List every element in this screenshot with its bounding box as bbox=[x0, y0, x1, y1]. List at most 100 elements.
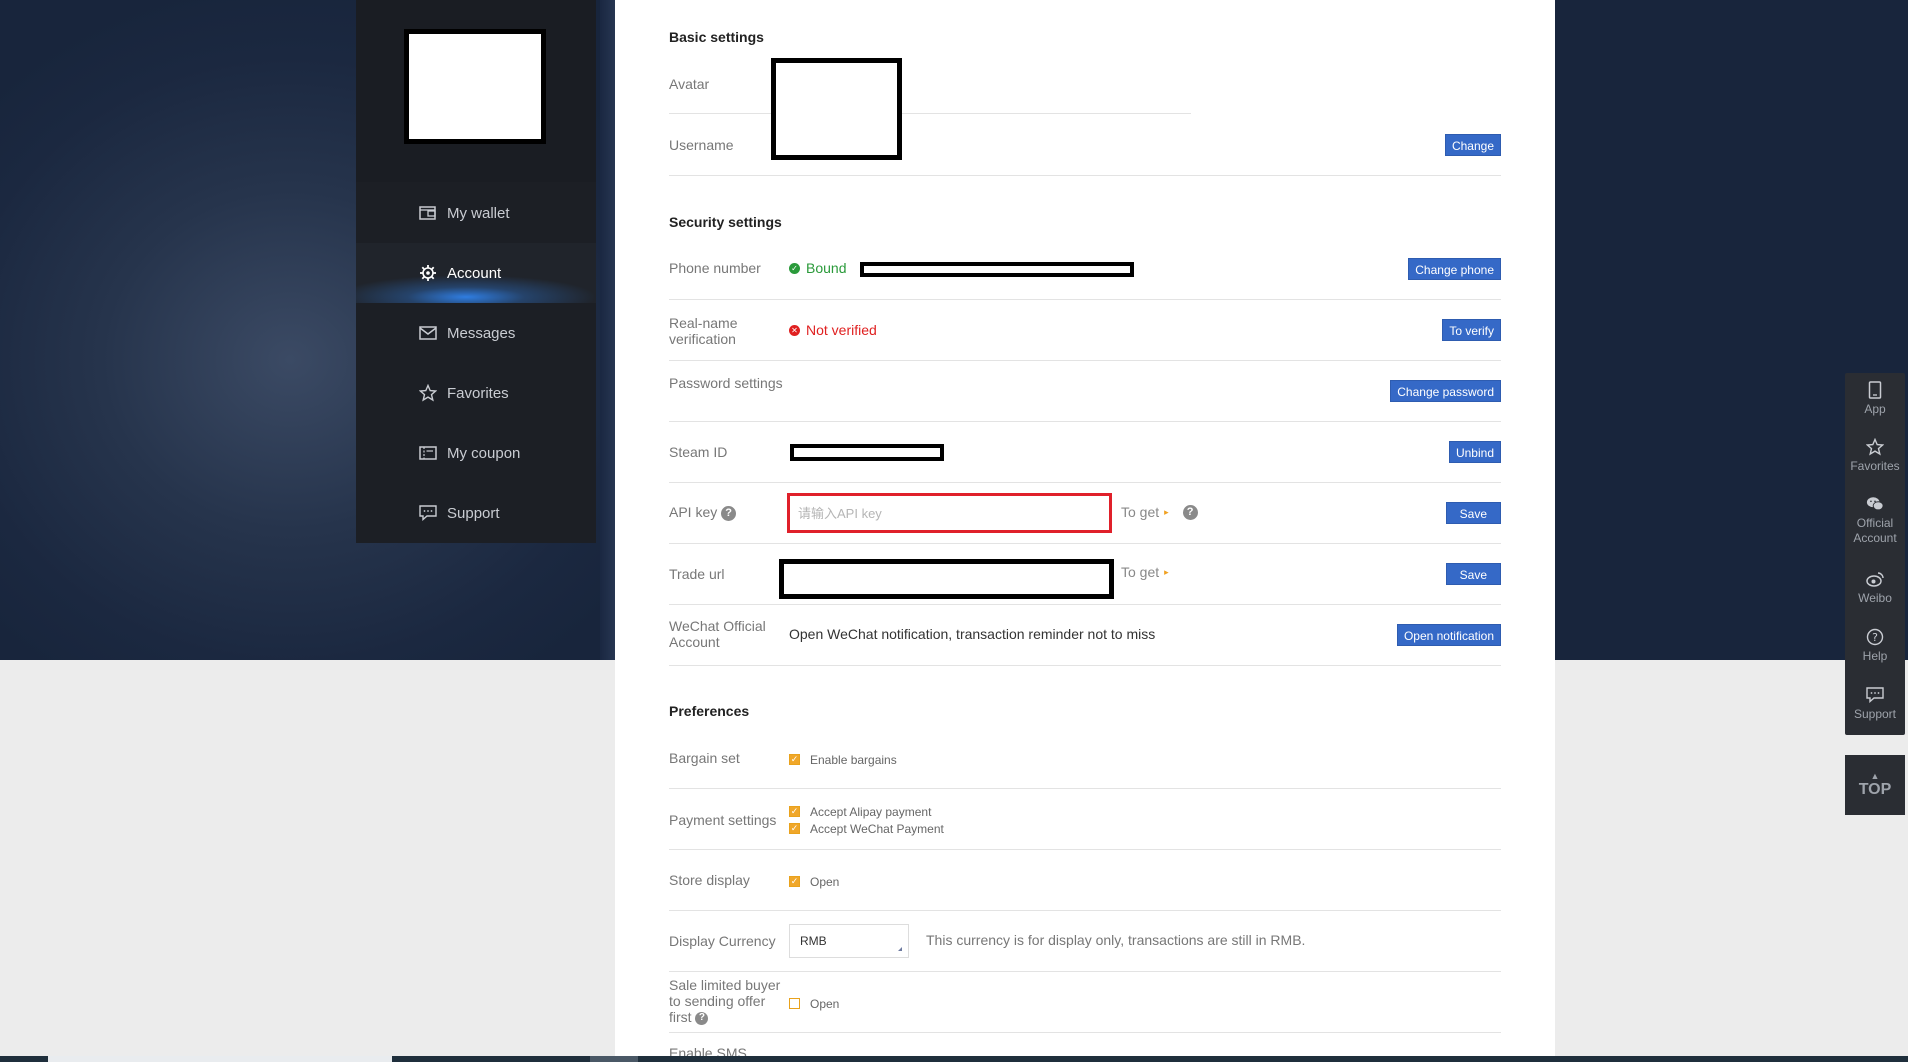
bottom-scrollbar bbox=[0, 1056, 1908, 1062]
verify-button[interactable]: To verify bbox=[1442, 319, 1501, 341]
phone-icon bbox=[1866, 381, 1884, 399]
avatar[interactable] bbox=[404, 29, 546, 144]
checkbox-checked-icon: ✓ bbox=[789, 876, 800, 887]
float-item-weibo[interactable]: Weibo bbox=[1845, 570, 1905, 606]
security-settings-title: Security settings bbox=[669, 214, 782, 230]
password-row: Password settings Change password bbox=[669, 361, 1501, 422]
trade-url-input[interactable] bbox=[779, 559, 1114, 599]
realname-row: Real-name verification ✕ Not verified To… bbox=[669, 300, 1501, 361]
store-display-label: Store display bbox=[669, 872, 750, 888]
preferences-title: Preferences bbox=[669, 703, 750, 719]
sidebar-item-account[interactable]: Account bbox=[356, 243, 596, 303]
wechat-label: WeChat Official Account bbox=[669, 618, 766, 650]
trade-url-label: Trade url bbox=[669, 566, 725, 582]
sidebar-item-label: Favorites bbox=[447, 384, 509, 402]
chat-icon bbox=[419, 504, 437, 522]
svg-text:?: ? bbox=[1872, 631, 1878, 644]
wechat-description: Open WeChat notification, transaction re… bbox=[789, 626, 1156, 642]
bargain-row: Bargain set ✓ Enable bargains bbox=[669, 728, 1501, 789]
open-notification-button[interactable]: Open notification bbox=[1396, 624, 1501, 646]
realname-status: ✕ Not verified bbox=[789, 322, 877, 338]
change-username-button[interactable]: Change bbox=[1444, 134, 1501, 156]
float-item-help[interactable]: ? Help bbox=[1845, 628, 1905, 664]
api-key-label: API key ? bbox=[669, 504, 784, 521]
avatar-label: Avatar bbox=[669, 76, 710, 92]
currency-label: Display Currency bbox=[669, 933, 776, 949]
checkbox-checked-icon: ✓ bbox=[789, 823, 800, 834]
float-item-app[interactable]: App bbox=[1845, 381, 1905, 417]
help-icon[interactable]: ? bbox=[695, 1011, 709, 1025]
change-password-button[interactable]: Change password bbox=[1390, 380, 1501, 402]
chat-icon bbox=[1866, 686, 1884, 704]
coupon-icon bbox=[419, 444, 437, 462]
float-item-support[interactable]: Support bbox=[1845, 686, 1905, 722]
currency-select[interactable]: RMB bbox=[789, 924, 909, 958]
sidebar-item-label: Messages bbox=[447, 324, 516, 342]
sidebar-item-favorites[interactable]: Favorites bbox=[356, 363, 596, 423]
enable-bargains-checkbox[interactable]: ✓ Enable bargains bbox=[789, 751, 897, 768]
help-icon[interactable]: ? bbox=[1182, 504, 1198, 520]
steam-row: Steam ID Unbind bbox=[669, 422, 1501, 483]
back-to-top-button[interactable]: ▲ TOP bbox=[1845, 755, 1905, 815]
sidebar-item-support[interactable]: Support bbox=[356, 483, 596, 543]
checkbox-checked-icon: ✓ bbox=[789, 754, 800, 765]
bargain-label: Bargain set bbox=[669, 750, 740, 766]
phone-status: ✓ Bound bbox=[789, 260, 846, 276]
alipay-checkbox[interactable]: ✓ Accept Alipay payment bbox=[789, 803, 931, 820]
unbind-button[interactable]: Unbind bbox=[1448, 441, 1501, 463]
gear-icon bbox=[419, 264, 437, 282]
password-label: Password settings bbox=[669, 375, 783, 391]
store-display-checkbox[interactable]: ✓ Open bbox=[789, 873, 839, 890]
currency-row: Display Currency RMB This currency is fo… bbox=[669, 911, 1501, 972]
sale-limited-checkbox[interactable]: Open bbox=[789, 995, 839, 1012]
sale-limited-label: Sale limited buyer to sending offer firs… bbox=[669, 977, 781, 1025]
phone-number-value bbox=[860, 262, 1134, 277]
trade-url-save-button[interactable]: Save bbox=[1445, 563, 1501, 585]
envelope-icon bbox=[419, 324, 437, 342]
float-item-official-account[interactable]: Official Account bbox=[1845, 495, 1905, 546]
help-icon: ? bbox=[1866, 628, 1884, 646]
api-key-save-button[interactable]: Save bbox=[1445, 502, 1501, 524]
api-key-row: API key ? To get ▸ ? Save bbox=[669, 483, 1501, 544]
username-label: Username bbox=[669, 137, 734, 153]
steam-label: Steam ID bbox=[669, 444, 728, 460]
sidebar-item-label: Account bbox=[447, 264, 502, 282]
settings-card: Basic settings Avatar Username Change Se… bbox=[615, 0, 1555, 1062]
currency-note: This currency is for display only, trans… bbox=[926, 932, 1306, 948]
float-item-favorites[interactable]: Favorites bbox=[1845, 438, 1905, 474]
phone-label: Phone number bbox=[669, 260, 761, 276]
wechat-icon bbox=[1866, 495, 1884, 513]
scrollbar-track-segment bbox=[48, 1056, 392, 1062]
realname-label: Real-name verification bbox=[669, 315, 738, 347]
steam-id-value bbox=[790, 444, 944, 461]
change-phone-button[interactable]: Change phone bbox=[1408, 258, 1501, 280]
wechat-row: WeChat Official Account Open WeChat noti… bbox=[669, 605, 1501, 666]
star-icon bbox=[1866, 438, 1884, 456]
phone-row: Phone number ✓ Bound Change phone bbox=[669, 238, 1501, 300]
error-icon: ✕ bbox=[789, 324, 800, 336]
dropdown-caret-icon bbox=[898, 947, 902, 951]
payment-label: Payment settings bbox=[669, 812, 777, 828]
arrow-right-icon: ▸ bbox=[1164, 566, 1169, 577]
sidebar-item-messages[interactable]: Messages bbox=[356, 303, 596, 363]
api-key-get-link[interactable]: To get ▸ ? bbox=[1121, 504, 1198, 520]
avatar-preview[interactable] bbox=[771, 58, 902, 160]
floating-toolbar: App Favorites Official Account Weibo ? H… bbox=[1845, 373, 1905, 735]
api-key-input[interactable] bbox=[787, 493, 1112, 533]
sidebar: My wallet Account Messages Favorites My … bbox=[356, 0, 596, 543]
payment-row: Payment settings ✓ Accept Alipay payment… bbox=[669, 789, 1501, 850]
weibo-icon bbox=[1866, 570, 1884, 588]
wallet-icon bbox=[419, 204, 437, 222]
trade-url-get-link[interactable]: To get ▸ bbox=[1121, 564, 1169, 580]
checkbox-checked-icon: ✓ bbox=[789, 806, 800, 817]
avatar-row: Avatar bbox=[669, 58, 1191, 114]
sidebar-item-coupon[interactable]: My coupon bbox=[356, 423, 596, 483]
checkbox-unchecked-icon bbox=[789, 998, 800, 1009]
wechat-pay-checkbox[interactable]: ✓ Accept WeChat Payment bbox=[789, 820, 944, 837]
help-icon[interactable]: ? bbox=[721, 505, 737, 521]
sidebar-item-wallet[interactable]: My wallet bbox=[356, 183, 596, 243]
store-display-row: Store display ✓ Open bbox=[669, 850, 1501, 911]
star-icon bbox=[419, 384, 437, 402]
sidebar-item-label: My coupon bbox=[447, 444, 521, 462]
scrollbar-thumb[interactable] bbox=[590, 1056, 638, 1062]
